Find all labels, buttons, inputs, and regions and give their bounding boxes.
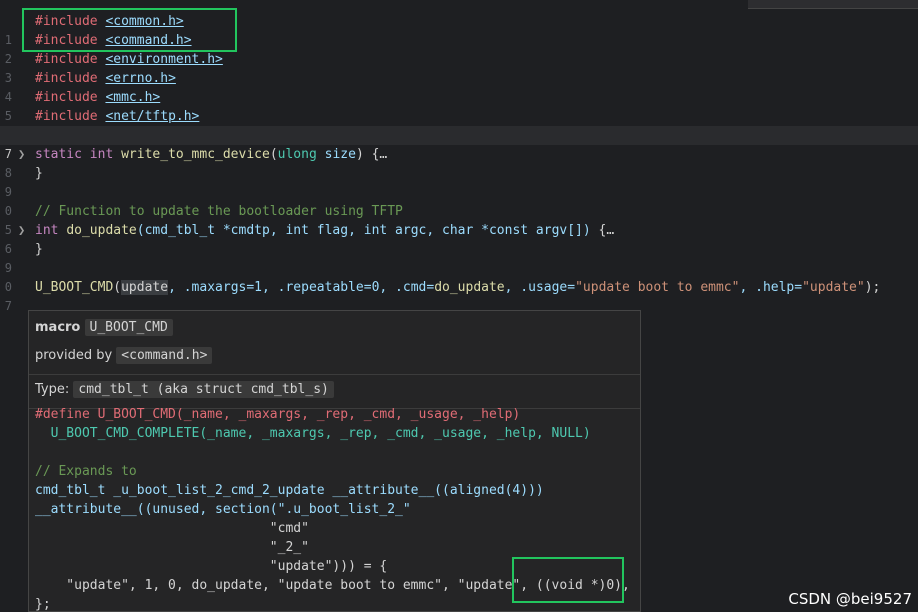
statement-end: ); (864, 280, 881, 295)
param-type: ulong (277, 147, 317, 162)
folded-ellipsis[interactable]: … (379, 147, 387, 162)
paren: ( (269, 147, 278, 162)
current-line[interactable]: 7 (0, 126, 918, 161)
include-directive: #include (35, 52, 98, 67)
cmd-function: do_update (434, 280, 505, 295)
include-header-link[interactable]: <environment.h> (105, 52, 222, 67)
code-line[interactable]: 6 #include <net/tftp.h> (0, 107, 918, 142)
highlight-box-includes (22, 8, 237, 52)
divider (29, 374, 640, 375)
paren: ) (355, 147, 364, 162)
code-line: "update"))) = { (35, 559, 388, 574)
param-name: size (324, 147, 356, 162)
include-directive: #include (35, 109, 98, 124)
folded-ellipsis[interactable]: … (606, 223, 614, 238)
keyword: static (35, 147, 82, 162)
code-line[interactable]: 8 ❯ static int write_to_mmc_device(ulong… (0, 145, 918, 180)
macro-args: , .usage= (504, 280, 576, 295)
code-line[interactable]: 4 #include <errno.h> (0, 69, 918, 104)
closing-brace: } (35, 166, 43, 181)
fold-chevron-icon[interactable]: ❯ (18, 221, 25, 240)
code-line[interactable]: 5 #include <mmc.h> (0, 88, 918, 123)
param-list: (cmd_tbl_t *cmdtp, int flag, int argc, c… (136, 223, 591, 238)
line-number: 7 (4, 299, 12, 313)
code-line: __attribute__((unused, section(".u_boot_… (35, 502, 411, 517)
code-line: #define U_BOOT_CMD(_name, _maxargs, _rep… (35, 407, 521, 422)
code-line[interactable]: 9 } (0, 164, 918, 199)
code-line: cmd_tbl_t _u_boot_list_2_cmd_2_update __… (35, 483, 544, 498)
include-directive: #include (35, 71, 98, 86)
fold-chevron-icon[interactable]: ❯ (18, 145, 25, 164)
help-string: "update" (802, 280, 865, 295)
code-line[interactable]: 0 (0, 183, 918, 218)
code-line: U_BOOT_CMD_COMPLETE(_name, _maxargs, _re… (35, 426, 591, 441)
code-line: "cmd" (35, 521, 309, 536)
tooltip-macro-name: U_BOOT_CMD (84, 319, 173, 336)
tooltip-kind: macro (35, 320, 81, 335)
include-header-link[interactable]: <mmc.h> (105, 90, 160, 105)
macro-args: , .maxargs=1, .repeatable=0, .cmd= (168, 280, 435, 295)
function-name[interactable]: do_update (66, 223, 136, 238)
paren: ( (113, 280, 122, 295)
type-label: Type: (35, 382, 70, 397)
find-widget[interactable] (748, 0, 918, 9)
code-line[interactable]: 6 ❯ int do_update(cmd_tbl_t *cmdtp, int … (0, 221, 918, 256)
keyword: int (89, 147, 114, 162)
code-line[interactable]: 9 } (0, 240, 918, 275)
watermark: CSDN @bei9527 (788, 590, 912, 608)
provided-by-header[interactable]: <command.h> (116, 347, 213, 364)
include-header-link[interactable]: <errno.h> (105, 71, 175, 86)
code-line: // Expands to (35, 464, 137, 479)
code-line: }; (35, 597, 51, 612)
highlight-box-void-cast (512, 557, 624, 603)
macro-args: , .help= (739, 280, 803, 295)
code-line[interactable]: 0 (0, 259, 918, 294)
comment: // Function to update the bootloader usi… (35, 204, 403, 219)
keyword: int (35, 223, 59, 238)
code-line[interactable]: 7 U_BOOT_CMD(update, .maxargs=1, .repeat… (0, 278, 918, 313)
usage-string: "update boot to emmc" (575, 280, 740, 295)
cmd-name: update (121, 280, 169, 295)
provided-by-label: provided by (35, 348, 113, 363)
code-editor[interactable]: 1 #include <common.h> 2 #include <comman… (0, 0, 918, 612)
closing-brace: } (35, 242, 43, 257)
type-value: cmd_tbl_t (aka struct cmd_tbl_s) (73, 381, 334, 398)
function-name[interactable]: write_to_mmc_device (121, 147, 270, 162)
code-line: "_2_" (35, 540, 309, 555)
code-line[interactable]: 5 // Function to update the bootloader u… (0, 202, 918, 237)
include-directive: #include (35, 90, 98, 105)
include-header-link[interactable]: <net/tftp.h> (105, 109, 199, 124)
macro-name[interactable]: U_BOOT_CMD (35, 280, 113, 295)
code-line[interactable]: 3 #include <environment.h> (0, 50, 918, 85)
